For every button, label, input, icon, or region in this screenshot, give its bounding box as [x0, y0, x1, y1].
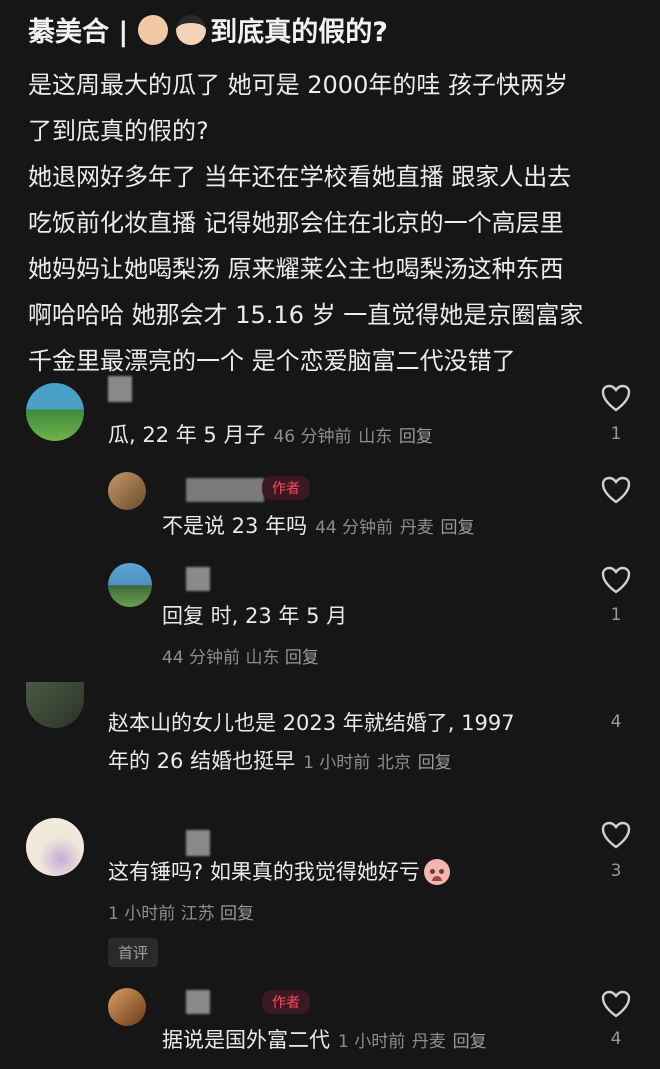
post-line: 她退网好多年了 当年还在学校看她直播 跟家人出去 — [28, 163, 572, 191]
comment-item[interactable]: 瓜, 22 年 5 月子 46 分钟前 山东 回复 — [108, 420, 433, 452]
username-blurred[interactable] — [186, 990, 210, 1014]
heart-outline-icon[interactable] — [601, 384, 631, 412]
girl-emoji-icon — [176, 14, 207, 45]
comment-time: 46 分钟前 — [273, 427, 352, 447]
reply-button[interactable]: 回复 — [220, 904, 254, 924]
author-badge: 作者 — [262, 476, 310, 500]
post-line: 了到底真的假的? — [28, 117, 209, 145]
reply-button[interactable]: 回复 — [418, 753, 452, 773]
comment-time: 1 小时前 — [108, 904, 176, 924]
comment-text: 据说是国外富二代 — [162, 1028, 330, 1052]
comment-item[interactable]: 年的 26 结婚也挺早 1 小时前 北京 回复 — [108, 746, 452, 778]
author-badge: 作者 — [262, 990, 310, 1014]
comment-time: 1 小时前 — [303, 753, 371, 773]
like-count: 4 — [610, 712, 622, 732]
comment-item[interactable]: 不是说 23 年吗 44 分钟前 丹麦 回复 — [162, 511, 475, 543]
comment-text: 不是说 23 年吗 — [162, 514, 308, 538]
like-count: 4 — [610, 1029, 622, 1049]
like-count: 1 — [610, 424, 622, 444]
post-line: 啊哈哈哈 她那会才 15.16 岁 一直觉得她是京圈富家 — [28, 301, 584, 329]
comment-item[interactable]: 回复 时, 23 年 5 月 — [162, 601, 347, 631]
comment-location: 山东 — [245, 648, 280, 668]
avatar[interactable] — [26, 682, 84, 728]
reply-button[interactable]: 回复 — [399, 427, 433, 447]
avatar[interactable] — [26, 818, 84, 876]
reply-button[interactable]: 回复 — [441, 518, 475, 538]
post-title: 綦美合 | 到底真的假的? — [28, 10, 388, 49]
post-line: 是这周最大的瓜了 她可是 2000年的哇 孩子快两岁 — [28, 71, 568, 99]
comment-text: 赵本山的女儿也是 2023 年就结婚了, 1997 — [108, 711, 515, 735]
comment-location: 江苏 — [180, 904, 215, 924]
reply-button[interactable]: 回复 — [285, 648, 319, 668]
avatar[interactable] — [26, 383, 84, 441]
comment-text: 年的 26 结婚也挺早 — [108, 749, 296, 773]
comment-item[interactable]: 这有锤吗? 如果真的我觉得她好亏 — [108, 857, 450, 887]
like-count: 3 — [610, 861, 622, 881]
comment-time: 44 分钟前 — [315, 518, 394, 538]
reply-button[interactable]: 回复 — [453, 1032, 487, 1052]
heart-outline-icon[interactable] — [601, 566, 631, 594]
comment-text: 这有锤吗? 如果真的我觉得她好亏 — [108, 860, 420, 884]
username-blurred[interactable] — [108, 376, 132, 402]
comment-meta: 1 小时前 江苏 回复 — [108, 899, 254, 924]
comment-text: 瓜, 22 年 5 月子 — [108, 423, 266, 447]
comment-location: 丹麦 — [411, 1032, 446, 1052]
heart-outline-icon[interactable] — [601, 821, 631, 849]
heart-outline-icon[interactable] — [601, 990, 631, 1018]
like-count: 1 — [610, 605, 622, 625]
comment-text: 回复 时, 23 年 5 月 — [162, 604, 348, 628]
baby-emoji-icon — [138, 14, 169, 45]
crying-emoji-icon — [423, 859, 450, 885]
comment-location: 山东 — [358, 427, 393, 447]
username-blurred[interactable] — [186, 478, 264, 502]
comment-location: 丹麦 — [399, 518, 434, 538]
post-line: 她妈妈让她喝梨汤 原来耀莱公主也喝梨汤这种东西 — [28, 255, 564, 283]
heart-outline-icon[interactable] — [601, 476, 631, 504]
username-blurred[interactable] — [186, 567, 210, 591]
post-title-suffix: 到底真的假的? — [210, 17, 388, 48]
post-title-prefix: 綦美合 | — [28, 17, 129, 48]
username-blurred[interactable] — [186, 830, 210, 856]
first-comment-tag: 首评 — [108, 938, 159, 967]
post-body: 是这周最大的瓜了 她可是 2000年的哇 孩子快两岁 了到底真的假的? 她退网好… — [28, 62, 638, 384]
comment-item[interactable]: 据说是国外富二代 1 小时前 丹麦 回复 — [162, 1025, 487, 1057]
avatar[interactable] — [108, 988, 146, 1026]
comment-meta: 44 分钟前 山东 回复 — [162, 643, 319, 668]
comment-time: 1 小时前 — [338, 1032, 406, 1052]
avatar[interactable] — [108, 472, 146, 510]
comment-time: 44 分钟前 — [162, 648, 241, 668]
avatar[interactable] — [108, 563, 152, 607]
post-line: 吃饭前化妆直播 记得她那会住在北京的一个高层里 — [28, 209, 564, 237]
comment-location: 北京 — [377, 753, 411, 773]
